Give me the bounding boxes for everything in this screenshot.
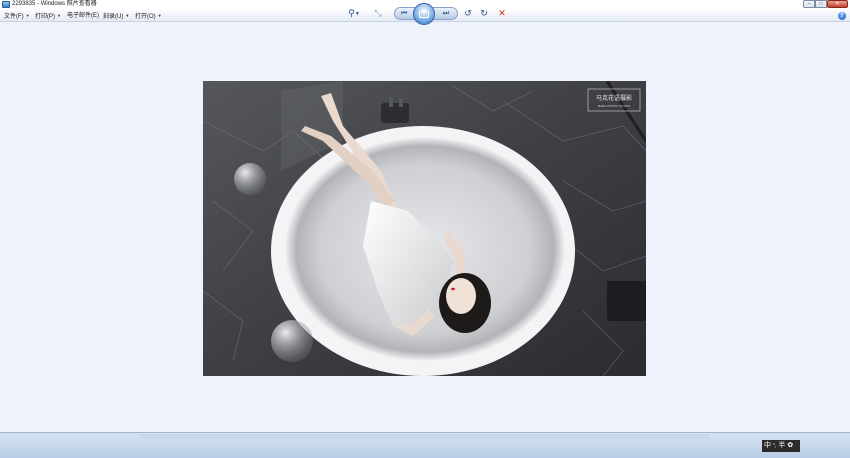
close-button[interactable]: ✕ — [827, 0, 848, 8]
menu-open[interactable]: 打开(O) ▼ — [135, 11, 162, 22]
dropdown-arrow-icon: ▼ — [25, 13, 30, 18]
ime-status-bar[interactable]: 中 °, 半 ✿ — [762, 440, 800, 452]
rotate-clockwise-button[interactable]: ↻ — [478, 8, 490, 19]
dropdown-arrow-icon: ▼ — [57, 13, 61, 18]
dropdown-arrow-icon: ▼ — [125, 13, 130, 18]
actual-size-button[interactable]: ⤡ — [372, 8, 384, 19]
ime-language[interactable]: 中 — [764, 440, 771, 452]
ime-width-mode[interactable]: 半 — [778, 440, 785, 452]
photo-viewer-icon — [2, 1, 10, 8]
ime-skin-icon[interactable]: ✿ — [787, 440, 793, 452]
slideshow-icon — [419, 11, 429, 18]
help-icon[interactable]: ? — [838, 12, 846, 20]
watermark-title: 马克花语摄影 — [596, 94, 632, 102]
next-button[interactable]: ⏭ — [440, 8, 452, 19]
ime-punctuation[interactable]: °, — [773, 440, 776, 452]
bottom-toolbar — [0, 432, 850, 458]
magnifier-icon: ⚲ — [348, 8, 355, 18]
menu-file[interactable]: 文件(F) ▼ — [4, 11, 30, 22]
window-title: 2293835 - Windows 照片查看器 — [12, 1, 97, 7]
menu-burn[interactable]: 刻录(U) ▼ — [103, 11, 129, 22]
rotate-counterclockwise-button[interactable]: ↺ — [462, 8, 474, 19]
zoom-button[interactable]: ⚲ ▼ — [346, 8, 362, 19]
watermark-subtitle: MARK PHOTO STUDIO — [598, 104, 631, 108]
slideshow-button[interactable] — [413, 3, 435, 25]
minimize-button[interactable]: – — [803, 0, 815, 8]
dropdown-arrow-icon: ▼ — [157, 13, 162, 18]
displayed-photo: 马克花语摄影 MARK PHOTO STUDIO — [203, 81, 646, 376]
menu-print[interactable]: 打印(P) ▼ — [35, 11, 61, 22]
dropdown-arrow-icon: ▼ — [354, 10, 360, 17]
delete-button[interactable]: ✕ — [496, 8, 508, 19]
maximize-button[interactable]: □ — [815, 0, 827, 8]
previous-button[interactable]: ⏮ — [398, 8, 410, 19]
menu-email[interactable]: 电子邮件(E) — [67, 11, 99, 21]
